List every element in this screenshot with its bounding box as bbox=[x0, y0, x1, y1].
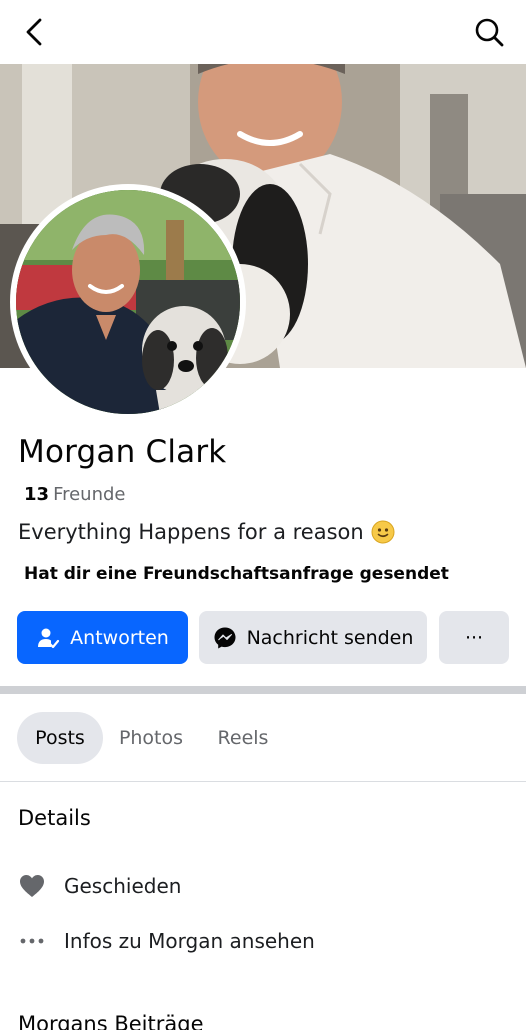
section-divider bbox=[0, 686, 526, 694]
back-arrow-icon[interactable] bbox=[18, 14, 52, 50]
posts-section-heading: Morgans Beiträge bbox=[18, 1012, 204, 1030]
tab-posts[interactable]: Posts bbox=[17, 712, 103, 764]
top-app-bar bbox=[0, 0, 526, 64]
send-message-label: Nachricht senden bbox=[246, 626, 414, 649]
detail-about-link[interactable]: Infos zu Morgan ansehen bbox=[18, 926, 315, 956]
details-heading: Details bbox=[18, 806, 91, 830]
respond-button[interactable]: Antworten bbox=[17, 611, 188, 664]
more-dots-icon bbox=[18, 927, 46, 955]
person-check-icon bbox=[36, 626, 60, 650]
respond-button-label: Antworten bbox=[70, 626, 169, 649]
bio-text: Everything Happens for a reason bbox=[18, 520, 364, 544]
profile-name: Morgan Clark bbox=[18, 434, 227, 470]
search-icon[interactable] bbox=[472, 14, 506, 50]
tab-photos[interactable]: Photos bbox=[110, 712, 192, 764]
heart-icon bbox=[18, 872, 46, 900]
profile-tabs: Posts Photos Reels bbox=[0, 694, 526, 782]
more-options-button[interactable]: ··· bbox=[439, 611, 509, 664]
detail-relationship: Geschieden bbox=[18, 871, 181, 901]
profile-picture[interactable] bbox=[10, 184, 246, 420]
slightly-smiling-face-icon bbox=[371, 520, 395, 544]
avatar bbox=[16, 190, 240, 414]
profile-bio: Everything Happens for a reason bbox=[18, 520, 395, 544]
detail-about-label: Infos zu Morgan ansehen bbox=[64, 929, 315, 953]
friends-count: 13 bbox=[24, 484, 50, 505]
friends-label: Freunde bbox=[53, 484, 126, 505]
detail-relationship-label: Geschieden bbox=[64, 874, 182, 898]
messenger-icon bbox=[213, 626, 237, 650]
send-message-button[interactable]: Nachricht senden bbox=[199, 611, 427, 664]
more-options-label: ··· bbox=[464, 626, 484, 649]
friend-request-notice: Hat dir eine Freundschaftsanfrage gesend… bbox=[24, 564, 449, 584]
friends-count-link[interactable]: 13 Freunde bbox=[24, 484, 126, 505]
tab-reels[interactable]: Reels bbox=[205, 712, 281, 764]
